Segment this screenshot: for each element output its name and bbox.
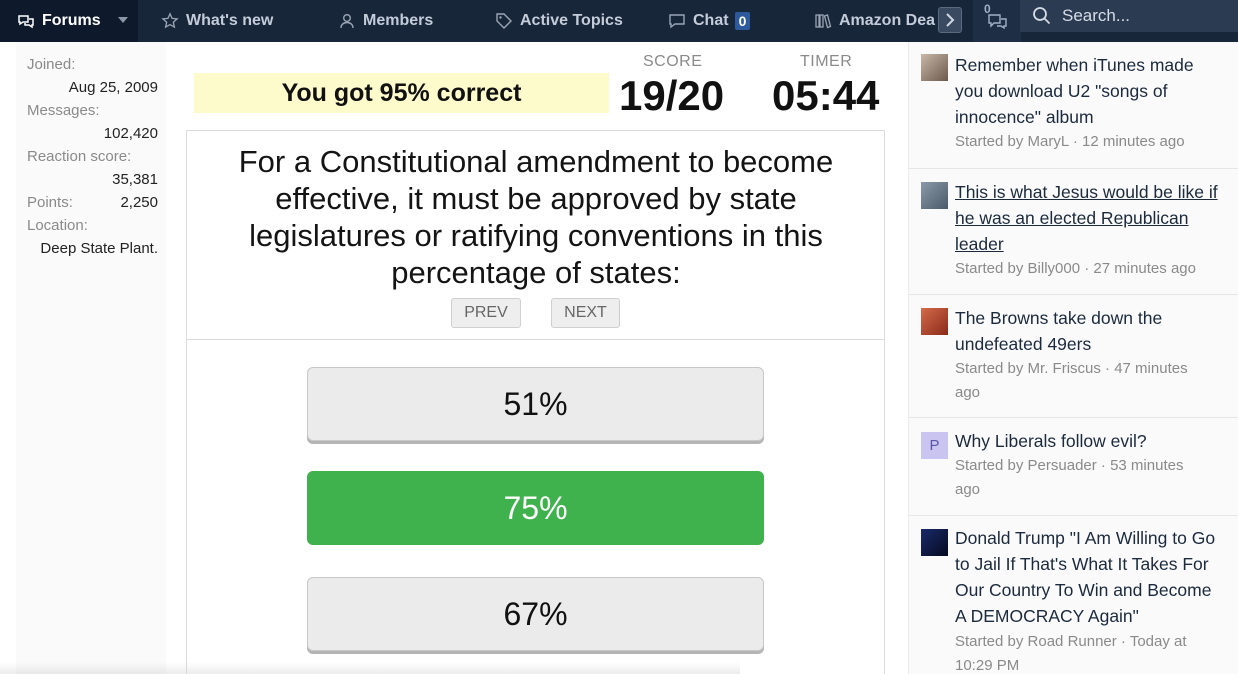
page-bottom-shadow (0, 662, 740, 674)
list-item: The Browns take down the undefeated 49er… (908, 294, 1238, 417)
thread-meta-line: Started by Road Runner · Today at (955, 633, 1187, 650)
thread-title-line: innocence" album (955, 107, 1094, 127)
avatar[interactable] (921, 308, 948, 335)
list-item: Donald Trump "I Am Willing to Go to Jail… (908, 515, 1238, 674)
list-item: Remember when iTunes made you download U… (908, 42, 1238, 168)
thread-title-line: he was an elected Republican (955, 208, 1189, 228)
thread-meta-line: Started by Mr. Friscus · 47 minutes (955, 360, 1188, 377)
nav-tab-amazon-deals[interactable]: Amazon Dea (814, 0, 938, 42)
next-button[interactable]: NEXT (551, 298, 620, 328)
reaction-score-value: 35,381 (112, 171, 158, 188)
timer-label: TIMER (800, 53, 853, 70)
avatar[interactable]: P (921, 432, 948, 459)
chat-bubble-icon (668, 12, 686, 30)
nav-tab-members[interactable]: Members (338, 0, 433, 42)
thread-meta: Started by Persuader · 53 minutes ago (955, 454, 1230, 502)
alerts-count-badge: 0 (984, 2, 991, 16)
question-line: effective, it must be approved by state (275, 181, 797, 216)
nav-tab-amazon-deals-label: Amazon Dea (839, 12, 936, 29)
thread-title-line: Why Liberals follow evil? (955, 431, 1147, 451)
question-line: percentage of states: (391, 255, 681, 290)
question-text: For a Constitutional amendment to become… (200, 143, 872, 291)
question-line: For a Constitutional amendment to become (238, 144, 834, 179)
thread-title-line: Donald Trump "I Am Willing to Go (955, 528, 1216, 548)
avatar[interactable] (921, 529, 948, 556)
chat-count-badge: 0 (734, 12, 751, 30)
nav-tab-members-label: Members (363, 12, 434, 29)
nav-tab-forums-label: Forums (42, 12, 101, 29)
messages-label[interactable]: Messages: (27, 102, 100, 119)
joined-label: Joined: (27, 56, 76, 73)
thread-title-line: This is what Jesus would be like if (955, 182, 1218, 202)
thread-meta-line: Started by Billy000 · 27 minutes ago (955, 260, 1196, 277)
thread-title[interactable]: This is what Jesus would be like if he w… (955, 179, 1230, 257)
chat-bubbles-icon (17, 12, 35, 30)
thread-title[interactable]: The Browns take down the undefeated 49er… (955, 305, 1230, 357)
answer-option-75-correct[interactable]: 75% (307, 471, 764, 545)
nav-scroll-right-button[interactable] (938, 7, 962, 33)
timer-value: 05:44 (772, 72, 880, 119)
location-value[interactable]: Deep State Plant. (40, 240, 158, 257)
question-line: legislatures or ratifying conventions in… (249, 218, 823, 253)
thread-meta-line: ago (955, 384, 981, 401)
thread-title-line: leader (955, 234, 1004, 254)
joined-value: Aug 25, 2009 (68, 79, 158, 96)
nav-tab-whats-new[interactable]: What's new (161, 0, 273, 42)
thread-meta-line: ago (955, 481, 981, 498)
user-profile-panel: Joined: Aug 25, 2009 Messages: 102,420 R… (16, 42, 166, 674)
thread-title[interactable]: Remember when iTunes made you download U… (955, 52, 1230, 130)
thread-meta: Started by Road Runner · Today at 10:29 … (955, 630, 1230, 674)
thread-meta: Started by Billy000 · 27 minutes ago (955, 257, 1230, 281)
search-button[interactable]: Search... (1020, 0, 1238, 32)
chevron-right-icon (946, 13, 955, 27)
thread-meta-line: Started by MaryL · 12 minutes ago (955, 133, 1185, 150)
points-label: Points: (27, 194, 73, 211)
list-item: This is what Jesus would be like if he w… (908, 168, 1238, 294)
avatar[interactable] (921, 182, 948, 209)
thread-title-line: The Browns take down the (955, 308, 1163, 328)
conversations-alerts-button[interactable] (973, 0, 1021, 42)
avatar[interactable] (921, 54, 948, 81)
star-icon (161, 12, 179, 30)
tag-icon (495, 12, 513, 30)
top-navigation-bar: Forums What's new Members Active Topics … (0, 0, 1238, 42)
books-icon (814, 12, 832, 30)
reaction-score-label: Reaction score: (27, 148, 132, 165)
thread-title-line: Remember when iTunes made (955, 55, 1194, 75)
quiz-result-banner: You got 95% correct (194, 73, 609, 113)
nav-tab-whats-new-label: What's new (186, 12, 274, 29)
answer-option-67[interactable]: 67% (307, 577, 764, 651)
thread-meta: Started by MaryL · 12 minutes ago (955, 130, 1230, 154)
speech-bubbles-icon (988, 14, 1007, 30)
card-divider (186, 339, 885, 340)
thread-meta-line: 10:29 PM (955, 657, 1020, 674)
score-label: SCORE (643, 53, 703, 70)
thread-title[interactable]: Why Liberals follow evil? (955, 428, 1230, 454)
thread-title-line: to Jail If That's What It Takes For (955, 554, 1209, 574)
thread-title-line: undefeated 49ers (955, 334, 1092, 354)
score-value: 19/20 (619, 72, 725, 119)
prev-button[interactable]: PREV (451, 298, 521, 328)
nav-tab-active-topics[interactable]: Active Topics (495, 0, 623, 42)
search-label: Search... (1062, 6, 1131, 25)
location-label: Location: (27, 217, 88, 234)
answer-option-51[interactable]: 51% (307, 367, 764, 441)
nav-tab-active-topics-label: Active Topics (520, 12, 623, 29)
person-icon (338, 12, 356, 30)
nav-tab-chat-label: Chat (693, 12, 729, 29)
thread-meta: Started by Mr. Friscus · 47 minutes ago (955, 357, 1230, 405)
thread-title-line: Our Country To Win and Become (955, 580, 1212, 600)
thread-title[interactable]: Donald Trump "I Am Willing to Go to Jail… (955, 525, 1230, 629)
nav-tab-forums[interactable]: Forums (0, 0, 138, 42)
thread-meta-line: Started by Persuader · 53 minutes (955, 457, 1184, 474)
messages-value[interactable]: 102,420 (104, 125, 158, 142)
nav-tab-chat[interactable]: Chat 0 (668, 0, 751, 42)
thread-title-line: you download U2 "songs of (955, 81, 1168, 101)
thread-title-line: A DEMOCRACY Again" (955, 606, 1139, 626)
search-icon (1033, 7, 1051, 25)
chevron-down-icon[interactable] (118, 17, 128, 23)
points-value: 2,250 (120, 194, 158, 211)
list-item: P Why Liberals follow evil? Started by P… (908, 417, 1238, 515)
